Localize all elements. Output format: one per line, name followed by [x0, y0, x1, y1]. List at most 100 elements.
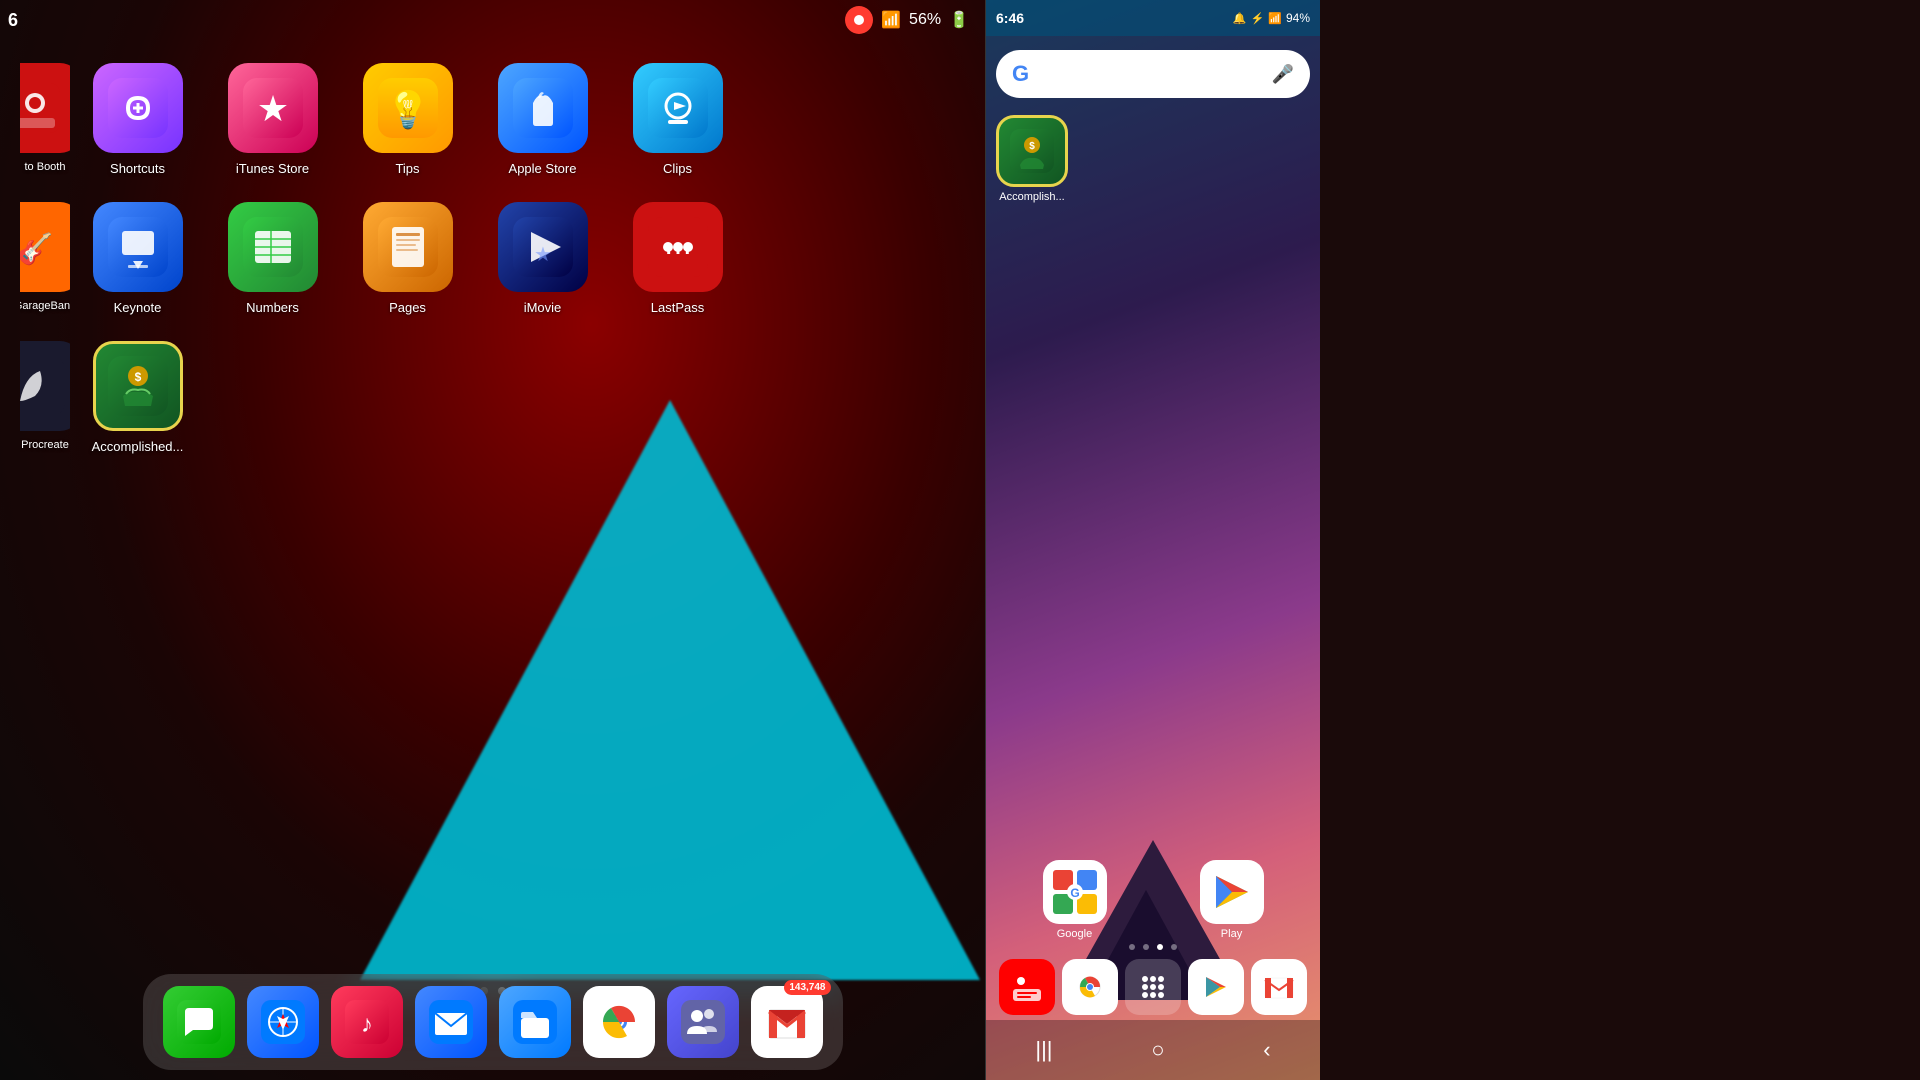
signal-icon: 📶	[1268, 12, 1282, 25]
nav-menu-button[interactable]: |||	[1025, 1027, 1062, 1073]
dock-safari[interactable]	[247, 986, 319, 1058]
teams-icon	[667, 986, 739, 1058]
apple-store-icon	[498, 63, 588, 153]
play-app-label: Play	[1221, 928, 1242, 940]
phone-status-icons: 🔔 ⚡ 📶 94%	[1233, 11, 1310, 25]
keynote-label: Keynote	[114, 300, 162, 315]
app-row-2: 🎸 GarageBand	[20, 194, 965, 323]
dock-music[interactable]: ♪	[331, 986, 403, 1058]
ipad-screen: 6 📶 56% 🔋 to Booth	[0, 0, 985, 1080]
keynote-icon	[93, 202, 183, 292]
photo-booth-label: to Booth	[25, 161, 66, 173]
app-keynote[interactable]: Keynote	[70, 194, 205, 323]
imovie-icon: ★	[498, 202, 588, 292]
mail-icon	[415, 986, 487, 1058]
messages-icon	[163, 986, 235, 1058]
svg-text:G: G	[1070, 886, 1079, 900]
app-apple-store[interactable]: Apple Store	[475, 55, 610, 184]
music-icon: ♪	[331, 986, 403, 1058]
procreate-label: Procreate	[21, 439, 69, 451]
nav-back-button[interactable]: ‹	[1253, 1027, 1280, 1073]
app-clips[interactable]: Clips	[610, 55, 745, 184]
phone-status-bar: 6:46 🔔 ⚡ 📶 94%	[986, 0, 1320, 36]
procreate-icon	[20, 341, 70, 431]
phone-dot-4	[1171, 944, 1177, 950]
battery-icon: 🔋	[949, 10, 969, 30]
accomplished-icon: $	[93, 341, 183, 431]
phone-dock-play-store[interactable]	[1188, 959, 1244, 1015]
tips-icon: 💡	[363, 63, 453, 153]
pages-label: Pages	[389, 300, 426, 315]
google-search-bar[interactable]: G 🎤	[996, 50, 1310, 98]
right-background	[1320, 0, 1920, 1080]
dock-teams[interactable]	[667, 986, 739, 1058]
clips-icon	[633, 63, 723, 153]
garageband-label: GarageBand	[20, 300, 70, 312]
notification-icon: 🔔	[1233, 12, 1247, 25]
ipad-status-bar: 6 📶 56% 🔋	[0, 0, 985, 40]
phone-battery: 94%	[1286, 11, 1310, 25]
itunes-icon: ★	[228, 63, 318, 153]
android-phone-screen: 6:46 🔔 ⚡ 📶 94% G 🎤 $	[985, 0, 1320, 1080]
phone-dock-app-drawer[interactable]	[1125, 959, 1181, 1015]
dock-mail[interactable]	[415, 986, 487, 1058]
app-pages[interactable]: Pages	[340, 194, 475, 323]
app-shortcuts[interactable]: Shortcuts	[70, 55, 205, 184]
dock-gmail[interactable]: 143,748	[751, 986, 823, 1058]
phone-nav-bar: ||| ○ ‹	[986, 1020, 1320, 1080]
phone-accomplished-app[interactable]: $ Accomplish...	[996, 115, 1068, 203]
google-logo: G	[1012, 61, 1029, 87]
phone-accomplished-icon: $	[996, 115, 1068, 187]
phone-dock-gmail[interactable]	[1251, 959, 1307, 1015]
phone-app-play[interactable]: Play	[1200, 860, 1264, 940]
mic-icon[interactable]: 🎤	[1272, 64, 1294, 85]
gmail-icon	[751, 986, 823, 1058]
app-imovie[interactable]: ★ iMovie	[475, 194, 610, 323]
itunes-label: iTunes Store	[236, 161, 309, 176]
files-icon	[499, 986, 571, 1058]
clips-label: Clips	[663, 161, 692, 176]
google-app-icon: G	[1043, 860, 1107, 924]
shortcuts-label: Shortcuts	[110, 161, 165, 176]
app-garageband[interactable]: 🎸 GarageBand	[20, 194, 70, 323]
dock-chrome[interactable]	[583, 986, 655, 1058]
photo-booth-icon	[20, 63, 70, 153]
tips-label: Tips	[395, 161, 419, 176]
svg-text:♪: ♪	[361, 1011, 373, 1038]
ipad-dock: ♪	[143, 974, 843, 1070]
phone-dock-chrome[interactable]	[1062, 959, 1118, 1015]
app-tips[interactable]: 💡 Tips	[340, 55, 475, 184]
dock-files[interactable]	[499, 986, 571, 1058]
lastpass-label: LastPass	[651, 300, 704, 315]
phone-accomplished-label: Accomplish...	[999, 191, 1064, 203]
chrome-icon	[583, 986, 655, 1058]
garageband-icon: 🎸	[20, 202, 70, 292]
nav-home-button[interactable]: ○	[1141, 1027, 1174, 1073]
wifi-icon: 📶	[881, 10, 901, 30]
shortcuts-icon	[93, 63, 183, 153]
svg-text:★: ★	[256, 88, 288, 129]
accomplished-label: Accomplished...	[92, 439, 184, 454]
phone-app-google[interactable]: G Google	[1043, 860, 1107, 940]
ipad-status-right: 📶 56% 🔋	[845, 6, 969, 34]
lastpass-icon: ⋯	[633, 202, 723, 292]
battery-percent: 56%	[909, 11, 941, 29]
google-app-label: Google	[1057, 928, 1092, 940]
app-procreate[interactable]: Procreate	[20, 333, 70, 462]
bluetooth-icon: ⚡	[1251, 12, 1265, 25]
app-itunes-store[interactable]: ★ iTunes Store	[205, 55, 340, 184]
numbers-icon	[228, 202, 318, 292]
app-photo-booth[interactable]: to Booth	[20, 55, 70, 184]
app-accomplished[interactable]: $ Accomplished...	[70, 333, 205, 462]
ipad-app-grid: to Booth	[0, 55, 985, 472]
phone-dock-youtube[interactable]	[999, 959, 1055, 1015]
app-numbers[interactable]: Numbers	[205, 194, 340, 323]
safari-icon	[247, 986, 319, 1058]
phone-time: 6:46	[996, 10, 1024, 26]
dock-messages[interactable]	[163, 986, 235, 1058]
app-lastpass[interactable]: ⋯ LastPass	[610, 194, 745, 323]
ipad-time: 6	[8, 10, 18, 31]
phone-app-row: G Google Play	[986, 860, 1320, 940]
record-indicator	[845, 6, 873, 34]
svg-text:$: $	[1029, 141, 1035, 152]
